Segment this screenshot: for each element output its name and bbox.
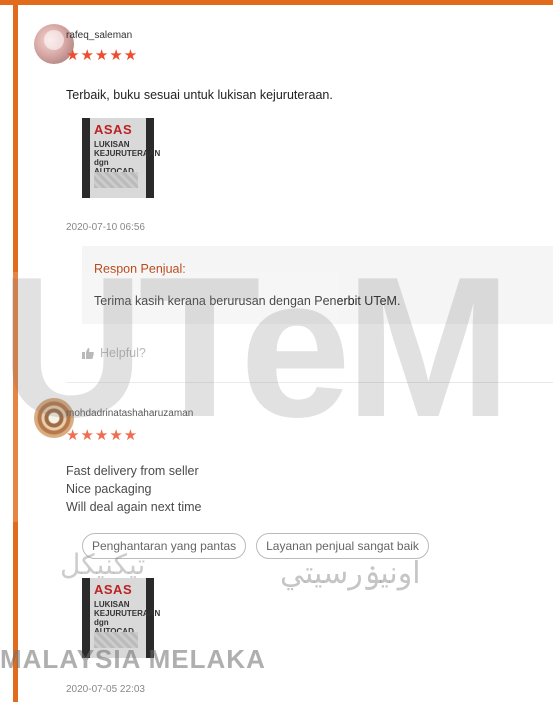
book-title-text: ASAS <box>94 582 133 597</box>
star-rating: ★★★★★ <box>66 427 139 444</box>
helpful-label: Helpful? <box>100 346 146 360</box>
review-username[interactable]: rafeq_saleman <box>66 30 132 41</box>
book-title-text: ASAS <box>94 122 133 137</box>
star-rating: ★★★★★ <box>66 47 139 64</box>
book-pattern <box>94 632 138 648</box>
book-subtitle-text: LUKISAN KEJURUTERAAN dgn AUTOCAD <box>94 600 161 636</box>
review-divider <box>66 382 553 383</box>
seller-response-text: Terima kasih kerana berurusan dengan Pen… <box>94 294 401 308</box>
review-image[interactable]: ASAS LUKISAN KEJURUTERAAN dgn AUTOCAD <box>82 578 161 658</box>
review-tag[interactable]: Layanan penjual sangat baik <box>256 533 429 559</box>
book-subtitle-text: LUKISAN KEJURUTERAAN dgn AUTOCAD <box>94 140 161 176</box>
seller-response-title: Respon Penjual: <box>94 262 186 276</box>
thumbs-up-icon <box>82 347 94 359</box>
review-comment-line-3: Will deal again next time <box>66 500 202 514</box>
review-tag[interactable]: Penghantaran yang pantas <box>82 533 247 559</box>
review-comment-line-1: Fast delivery from seller <box>66 464 199 478</box>
review-date: 2020-07-05 22:03 <box>66 684 145 695</box>
seller-response: Respon Penjual: Terima kasih kerana beru… <box>82 246 553 324</box>
review-date: 2020-07-10 06:56 <box>66 222 145 233</box>
review-comment: Terbaik, buku sesuai untuk lukisan kejur… <box>66 88 333 102</box>
book-pattern <box>94 172 138 188</box>
review-comment-line-2: Nice packaging <box>66 482 152 496</box>
review-image[interactable]: ASAS LUKISAN KEJURUTERAAN dgn AUTOCAD <box>82 118 161 198</box>
watermark-jawi-text: اونيۏرسيتي <box>280 556 421 591</box>
review-username[interactable]: mohdadrinatashaharuzaman <box>66 408 193 419</box>
review-tags: Penghantaran yang pantas Layanan penjual… <box>82 533 429 559</box>
frame-left-border <box>13 0 18 702</box>
helpful-button[interactable]: Helpful? <box>82 346 146 360</box>
frame-top-border <box>0 0 553 5</box>
